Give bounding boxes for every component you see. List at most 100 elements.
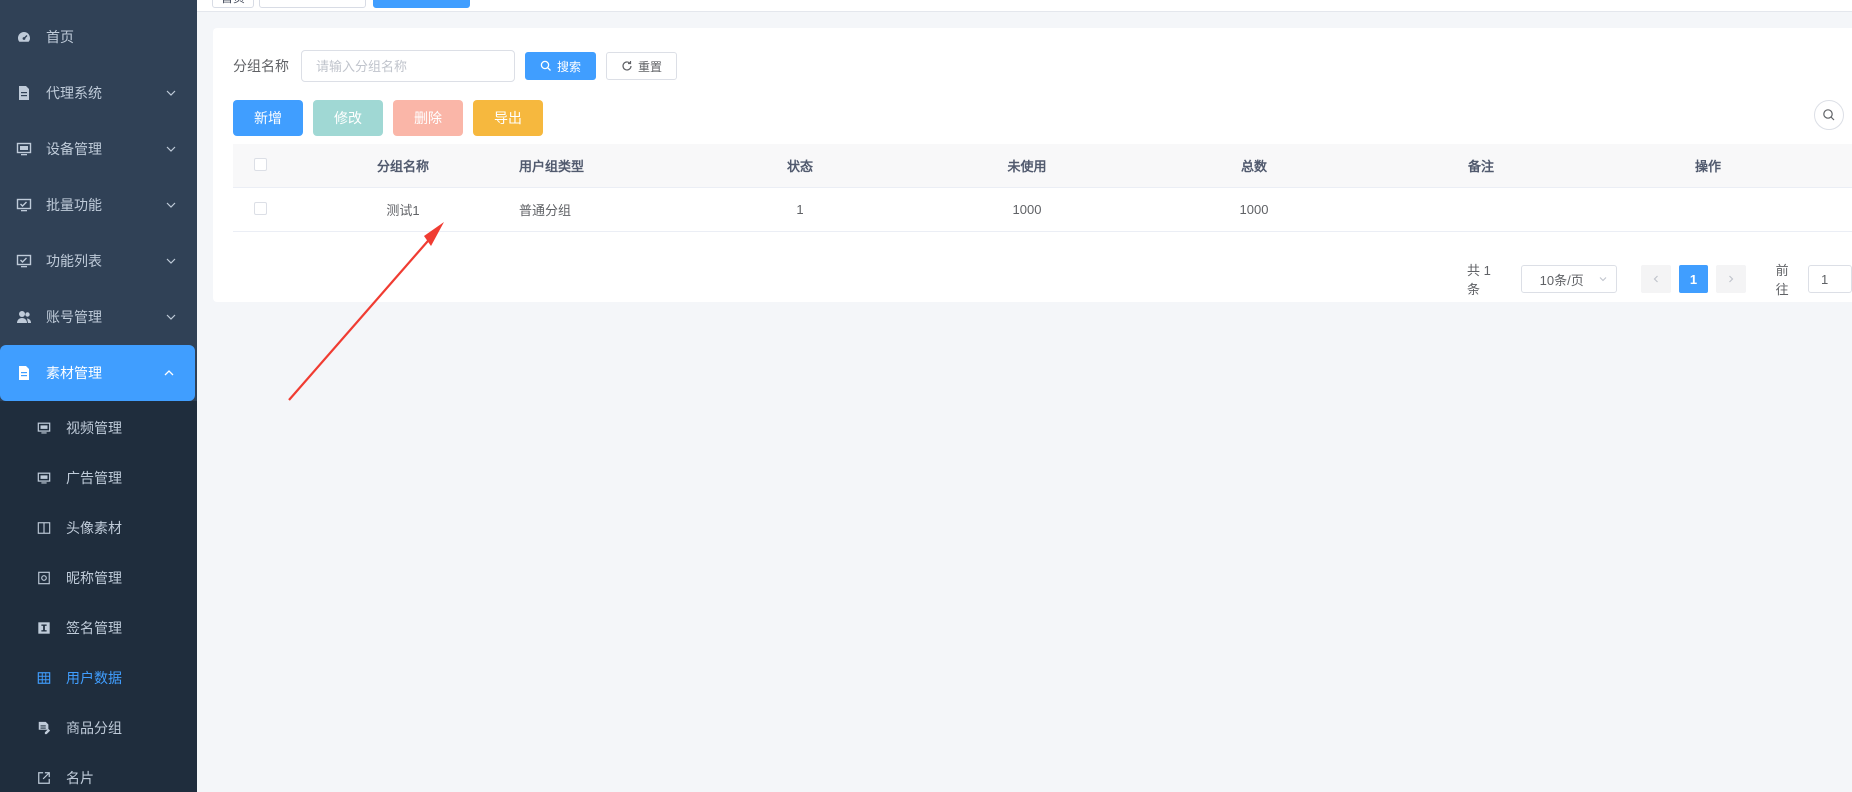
sidebar-item-label: 代理系统 <box>46 85 102 101</box>
cell-group-type: 普通分组 <box>519 203 572 218</box>
chevron-down-icon <box>165 143 177 155</box>
sidebar-item-batch-functions[interactable]: 批量功能 <box>0 177 197 233</box>
sidebar-subitem-label: 名片 <box>66 770 94 786</box>
reset-button-label: 重置 <box>638 59 663 74</box>
main-panel: 分组名称 搜索 重置 新增 修改 删除 导出 分组名称 用户组类型 状态 未使用… <box>213 28 1852 302</box>
chevron-down-icon <box>1598 274 1608 284</box>
page-size-select[interactable]: 10条/页 <box>1520 265 1618 293</box>
pagination: 共 1 条 10条/页 1 前往 <box>1467 260 1852 298</box>
sidebar-subitem-video-management[interactable]: 视频管理 <box>0 403 197 453</box>
monitor-icon <box>36 420 52 436</box>
search-icon <box>1822 108 1836 122</box>
chevron-down-icon <box>165 199 177 211</box>
pagination-goto: 前往 <box>1776 260 1852 298</box>
settings-box-icon <box>36 570 52 586</box>
search-label: 分组名称 <box>233 58 289 74</box>
monitor-icon <box>36 470 52 486</box>
sidebar-subitem-ad-management[interactable]: 广告管理 <box>0 453 197 503</box>
sidebar-subitem-label: 用户数据 <box>66 670 122 686</box>
cell-group-name: 测试1 <box>386 203 420 218</box>
column-header: 状态 <box>786 159 813 174</box>
tags-view-bar: 首页 <box>197 0 1852 12</box>
refresh-icon <box>621 60 633 72</box>
sidebar-item-label: 设备管理 <box>46 141 102 157</box>
sidebar-item-device-management[interactable]: 设备管理 <box>0 121 197 177</box>
header-select-all[interactable] <box>233 157 287 174</box>
reset-button[interactable]: 重置 <box>606 52 678 80</box>
sidebar-subitem-label: 昵称管理 <box>66 570 122 586</box>
sidebar-item-material-management[interactable]: 素材管理 <box>0 345 195 401</box>
row-checkbox[interactable] <box>253 201 267 215</box>
page-size-value: 10条/页 <box>1539 272 1584 288</box>
column-header: 分组名称 <box>376 159 429 174</box>
cell-total: 1000 <box>1239 202 1269 217</box>
edit-button[interactable]: 修改 <box>313 100 383 136</box>
chevron-up-icon <box>163 367 175 379</box>
tag-previous-page[interactable] <box>259 0 366 8</box>
sidebar-subitem-avatar-material[interactable]: 头像素材 <box>0 503 197 553</box>
column-header: 备注 <box>1467 159 1494 174</box>
data-table: 分组名称 用户组类型 状态 未使用 总数 备注 操作 测试1 普通分组 1 10… <box>233 144 1852 232</box>
file-edit-icon <box>36 720 52 736</box>
search-button[interactable]: 搜索 <box>525 52 597 80</box>
pagination-total: 共 1 条 <box>1467 263 1491 297</box>
search-icon <box>540 60 552 72</box>
monitor-check-icon <box>16 197 32 213</box>
cell-status: 1 <box>796 202 804 217</box>
sidebar: 首页 代理系统 设备管理 批量功能 功能列表 账号管理 素材管理 视频管理 广告… <box>0 0 197 792</box>
dashboard-icon <box>16 29 32 45</box>
document-icon <box>16 85 32 101</box>
book-icon <box>36 520 52 536</box>
sidebar-subitem-label: 头像素材 <box>66 520 122 536</box>
chevron-down-icon <box>165 255 177 267</box>
sidebar-item-label: 首页 <box>46 29 74 45</box>
search-button-label: 搜索 <box>557 59 582 74</box>
sidebar-item-account-management[interactable]: 账号管理 <box>0 289 197 345</box>
chevron-down-icon <box>165 311 177 323</box>
table-header-row: 分组名称 用户组类型 状态 未使用 总数 备注 操作 <box>233 144 1852 188</box>
sidebar-subitem-label: 签名管理 <box>66 620 122 636</box>
chevron-down-icon <box>165 87 177 99</box>
action-toolbar: 新增 修改 删除 导出 <box>233 100 553 136</box>
column-header: 未使用 <box>1007 159 1047 174</box>
goto-page-input[interactable] <box>1808 265 1852 293</box>
sidebar-item-home[interactable]: 首页 <box>0 9 197 65</box>
next-page-button[interactable] <box>1716 265 1746 293</box>
sidebar-subitem-label: 视频管理 <box>66 420 122 436</box>
chevron-left-icon <box>1651 274 1661 284</box>
sidebar-subitem-product-group[interactable]: 商品分组 <box>0 703 197 753</box>
monitor-icon <box>16 141 32 157</box>
sidebar-item-label: 素材管理 <box>46 365 102 381</box>
sidebar-item-agent-system[interactable]: 代理系统 <box>0 65 197 121</box>
page-number-button[interactable]: 1 <box>1678 265 1709 293</box>
sidebar-subitem-business-card[interactable]: 名片 <box>0 753 197 792</box>
sidebar-item-function-list[interactable]: 功能列表 <box>0 233 197 289</box>
search-form: 分组名称 搜索 重置 <box>233 50 678 82</box>
text-box-icon <box>36 620 52 636</box>
tag-home[interactable]: 首页 <box>212 0 255 8</box>
user-group-icon <box>16 309 32 325</box>
add-button[interactable]: 新增 <box>233 100 303 136</box>
grid-icon <box>36 670 52 686</box>
table-row[interactable]: 测试1 普通分组 1 1000 1000 <box>233 188 1852 232</box>
column-header: 总数 <box>1240 159 1267 174</box>
prev-page-button[interactable] <box>1641 265 1671 293</box>
sidebar-subitem-signature-management[interactable]: 签名管理 <box>0 603 197 653</box>
sidebar-subitem-label: 广告管理 <box>66 470 122 486</box>
sidebar-subitem-nickname-management[interactable]: 昵称管理 <box>0 553 197 603</box>
column-header: 用户组类型 <box>519 159 585 174</box>
sidebar-item-label: 批量功能 <box>46 197 102 213</box>
delete-button[interactable]: 删除 <box>393 100 463 136</box>
row-select[interactable] <box>233 201 287 218</box>
group-name-input[interactable] <box>301 50 515 82</box>
sidebar-subitem-user-data[interactable]: 用户数据 <box>0 653 197 703</box>
chevron-right-icon <box>1726 274 1736 284</box>
goto-label: 前往 <box>1775 263 1789 297</box>
external-link-icon <box>36 770 52 786</box>
monitor-check-icon <box>16 253 32 269</box>
select-all-checkbox[interactable] <box>253 157 267 171</box>
export-button[interactable]: 导出 <box>473 100 543 136</box>
toggle-search-button[interactable] <box>1814 100 1844 130</box>
submenu-material-management: 视频管理 广告管理 头像素材 昵称管理 签名管理 用户数据 商品分组 名片 <box>0 401 197 792</box>
tag-current-page[interactable] <box>373 0 470 8</box>
